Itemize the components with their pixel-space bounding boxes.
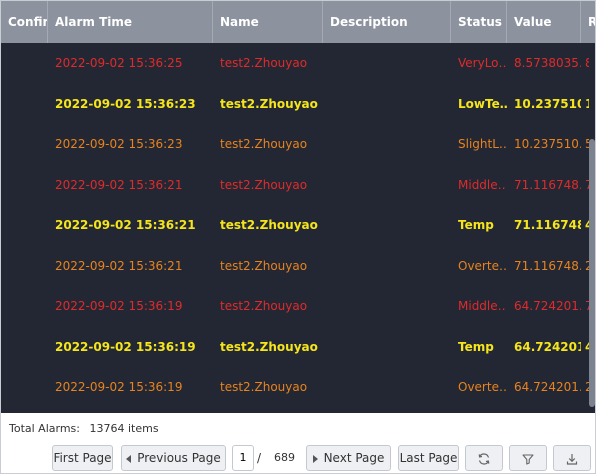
cell-status: Overte… [458,258,507,273]
cell-value: 64.724201… [514,339,581,354]
cell-time: 2022-09-02 15:36:21 [55,218,196,232]
previous-page-button[interactable]: Previous Page [121,445,226,471]
total-alarms-label: Total Alarms: [9,422,80,435]
page-separator: / [257,451,262,465]
table-row[interactable]: 2022-09-02 15:36:21 test2.Zhouyao Middle… 7… [1,165,595,206]
cell-desc [323,367,451,407]
cell-status: LowTe… [458,96,507,111]
scrollbar-thumb[interactable] [589,139,595,407]
cell-confirm [1,286,48,326]
total-alarms: Total Alarms: 13764 items [9,422,159,435]
cell-status: Temp [458,339,494,354]
total-pages: 689 [274,451,295,464]
table-row[interactable]: 2022-09-02 15:36:23 test2.Zhouyao SlightL…… [1,124,595,165]
last-page-button[interactable]: Last Page [398,445,459,471]
cell-confirm [1,327,48,367]
refresh-icon [477,452,491,466]
cell-time: 2022-09-02 15:36:19 [55,299,183,313]
vertical-scrollbar[interactable] [589,43,595,413]
cell-desc [323,84,451,124]
cell-desc [323,165,451,205]
column-header-value[interactable]: Value [507,1,581,43]
cell-time: 2022-09-02 15:36:23 [55,96,196,111]
cell-time: 2022-09-02 15:36:23 [55,137,183,151]
column-header-name[interactable]: Name [213,1,323,43]
cell-name: test2.Zhouyao [220,299,308,313]
column-header-confirm[interactable]: Confirm [1,1,48,43]
first-page-button[interactable]: First Page [52,445,113,471]
cell-name: test2.Zhouyao [220,258,308,273]
cell-value: 8.5738035… [514,56,581,70]
table-body: 2022-09-02 15:36:25 test2.Zhouyao VeryLo… 8… [1,43,595,413]
next-page-button[interactable]: Next Page [306,445,391,471]
column-header-status[interactable]: Status [451,1,507,43]
cell-value: 64.724201… [514,299,581,313]
cell-confirm [1,43,48,83]
last-page-label: Last Page [399,451,458,465]
column-header-description[interactable]: Description [323,1,451,43]
previous-page-label: Previous Page [137,451,221,465]
alarm-table: Confirm Alarm Time Name Description Stat… [1,1,595,413]
cell-status: SlightL… [458,137,507,151]
cell-desc [323,327,451,367]
cell-desc [323,124,451,164]
cell-confirm [1,205,48,245]
table-row[interactable]: 2022-09-02 15:36:25 test2.Zhouyao VeryLo… 8… [1,43,595,84]
table-row[interactable]: 2022-09-02 15:36:19 test2.Zhouyao Middle… 6… [1,286,595,327]
cell-value: 71.116748… [514,177,581,192]
cell-value: 10.237510… [514,137,581,151]
cell-desc [323,286,451,326]
filter-button[interactable] [509,445,547,471]
cell-desc [323,43,451,83]
cell-desc [323,205,451,245]
next-page-label: Next Page [323,451,385,465]
pagination-bar: First Page Previous Page 1 / 689 Next Pa… [1,445,595,471]
caret-left-icon [126,454,132,463]
cell-time: 2022-09-02 15:36:21 [55,177,183,192]
table-row[interactable]: 2022-09-02 15:36:19 test2.Zhouyao Temp 64.7… [1,327,595,368]
cell-value: 10.237510… [514,96,581,111]
caret-right-icon [312,454,318,463]
download-button[interactable] [553,445,591,471]
current-page-input[interactable]: 1 [232,445,254,471]
filter-icon [521,452,535,466]
cell-value: 71.116748… [514,218,581,232]
cell-time: 2022-09-02 15:36:21 [55,258,183,273]
cell-status: Overte… [458,380,507,394]
cell-confirm [1,367,48,407]
cell-name: test2.Zhouyao [220,218,318,232]
table-row[interactable]: 2022-09-02 15:36:23 test2.Zhouyao LowTe… 10… [1,84,595,125]
table-row[interactable]: 2022-09-02 15:36:19 test2.Zhouyao Overte… 6… [1,367,595,408]
cell-status: VeryLo… [458,56,507,70]
cell-name: test2.Zhouyao [220,177,308,192]
cell-name: test2.Zhouyao [220,137,308,151]
column-header-alarm-time[interactable]: Alarm Time [48,1,213,43]
cell-time: 2022-09-02 15:36:19 [55,380,183,394]
table-row[interactable]: 2022-09-02 15:36:21 test2.Zhouyao Temp 71.1… [1,205,595,246]
cell-name: test2.Zhouyao [220,96,318,111]
cell-confirm [1,84,48,124]
table-header: Confirm Alarm Time Name Description Stat… [1,1,595,43]
total-alarms-value: 13764 items [89,422,159,435]
download-icon [565,452,579,466]
table-row[interactable]: 2022-09-02 15:36:21 test2.Zhouyao Overte… 7… [1,246,595,287]
cell-time: 2022-09-02 15:36:19 [55,339,196,354]
cell-value: 64.724201… [514,380,581,394]
cell-confirm [1,124,48,164]
refresh-button[interactable] [465,445,503,471]
first-page-label: First Page [53,451,112,465]
cell-status: Middle… [458,177,507,192]
cell-name: test2.Zhouyao [220,380,308,394]
column-header-extra[interactable]: R [581,1,595,43]
cell-name: test2.Zhouyao [220,339,318,354]
cell-desc [323,246,451,286]
cell-value: 71.116748… [514,258,581,273]
cell-time: 2022-09-02 15:36:25 [55,56,183,70]
cell-confirm [1,165,48,205]
cell-confirm [1,246,48,286]
cell-status: Temp [458,218,494,232]
cell-name: test2.Zhouyao [220,56,308,70]
alarm-window: Confirm Alarm Time Name Description Stat… [0,0,596,474]
cell-status: Middle… [458,299,507,313]
